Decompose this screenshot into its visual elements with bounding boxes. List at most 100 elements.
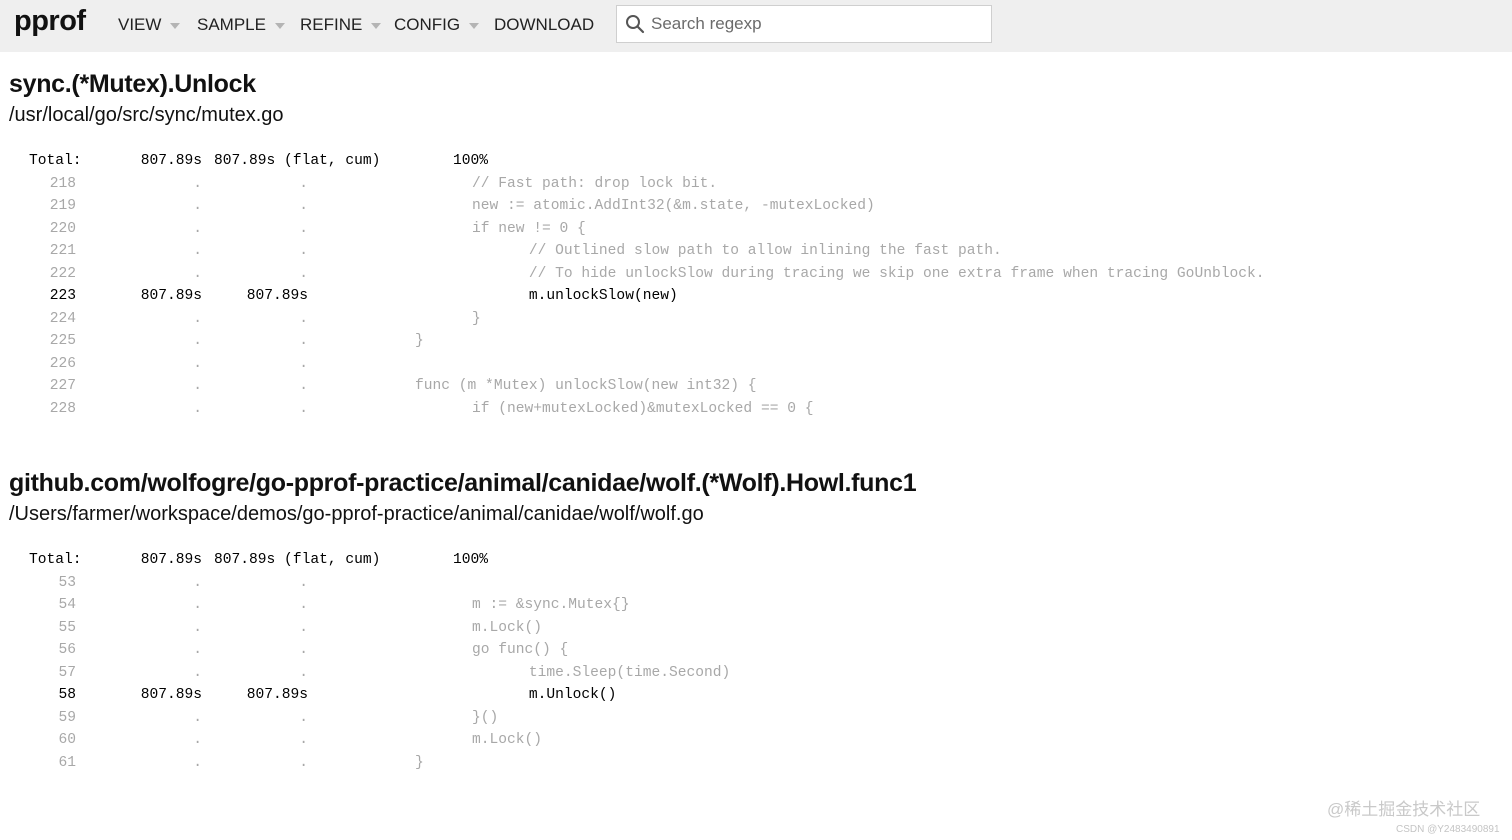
top-toolbar: pprof VIEW SAMPLE REFINE CONFIG DOWNLOAD	[0, 0, 1512, 52]
chevron-down-icon	[469, 22, 480, 29]
flat-value: .	[193, 355, 202, 372]
line-number: 58	[58, 687, 76, 703]
line-number: 61	[58, 754, 76, 771]
flat-value: .	[193, 378, 202, 394]
total-label: Total:	[29, 153, 82, 169]
total-cum: 807.89s (flat, cum)	[214, 153, 381, 169]
code-text: // Outlined slow path to allow inlining …	[415, 243, 1002, 259]
total-cum: 807.89s (flat, cum)	[214, 552, 381, 568]
cum-value: .	[299, 400, 308, 417]
total-flat: 807.89s	[140, 153, 202, 169]
flat-value: .	[193, 664, 202, 681]
chevron-down-icon	[170, 22, 181, 29]
flat-value: .	[193, 265, 202, 282]
code-text: m := &sync.Mutex{}	[415, 597, 630, 613]
chevron-down-icon	[274, 22, 285, 29]
menu-config-label: CONFIG	[394, 15, 461, 34]
flat-value: .	[193, 709, 202, 726]
cum-value: .	[299, 378, 308, 394]
code-text: m.Lock()	[415, 619, 542, 636]
search-icon	[626, 15, 645, 34]
flat-value: .	[193, 574, 202, 591]
cum-value: .	[299, 265, 308, 282]
code-text: }	[415, 310, 481, 327]
flat-value: .	[193, 175, 202, 192]
source-file-path: /usr/local/go/src/sync/mutex.go	[9, 104, 284, 126]
code-text: m.Lock()	[415, 732, 542, 748]
menu-refine[interactable]: REFINE	[300, 15, 382, 35]
line-number: 55	[58, 619, 76, 636]
code-text: go func() {	[415, 642, 569, 658]
menu-sample-label: SAMPLE	[197, 15, 266, 34]
flat-value: .	[193, 597, 202, 613]
line-number: 53	[58, 574, 76, 591]
cum-value: .	[299, 754, 308, 771]
line-number: 59	[58, 709, 76, 726]
line-number: 228	[49, 400, 76, 417]
menu-view-label: VIEW	[118, 15, 162, 34]
line-number: 223	[49, 288, 76, 304]
search-input[interactable]	[651, 14, 971, 34]
code-text: m.Unlock()	[415, 687, 617, 703]
cum-value: .	[299, 333, 308, 349]
code-text: m.unlockSlow(new)	[415, 288, 678, 304]
function-name: github.com/wolfogre/go-pprof-practice/an…	[9, 469, 917, 497]
flat-value: .	[193, 400, 202, 417]
cum-value: .	[299, 175, 308, 192]
cum-value: .	[299, 243, 308, 259]
code-text: func (m *Mutex) unlockSlow(new int32) {	[415, 378, 757, 394]
function-name: sync.(*Mutex).Unlock	[9, 70, 256, 98]
flat-value: .	[193, 754, 202, 771]
line-number: 219	[49, 198, 76, 214]
line-number: 54	[58, 597, 76, 613]
line-number: 222	[49, 265, 76, 282]
cum-value: .	[299, 732, 308, 748]
code-text: if (new+mutexLocked)&mutexLocked == 0 {	[415, 400, 814, 417]
code-text: }()	[415, 709, 499, 726]
line-number: 220	[49, 220, 76, 237]
total-percent: 100%	[453, 153, 489, 169]
line-number: 224	[49, 310, 76, 327]
flat-value: 807.89s	[140, 687, 202, 703]
cum-value: .	[299, 642, 308, 658]
flat-value: .	[193, 243, 202, 259]
flat-value: 807.89s	[140, 288, 202, 304]
total-label: Total:	[29, 552, 82, 568]
source-file-path: /Users/farmer/workspace/demos/go-pprof-p…	[9, 503, 704, 525]
menu-refine-label: REFINE	[300, 15, 363, 34]
flat-value: .	[193, 198, 202, 214]
line-number: 218	[49, 175, 76, 192]
watermark: @稀土掘金技术社区	[1327, 800, 1481, 819]
code-text: // Fast path: drop lock bit.	[415, 175, 718, 192]
cum-value: .	[299, 198, 308, 214]
pprof-logo[interactable]: pprof	[14, 5, 86, 38]
search-box[interactable]	[616, 5, 992, 43]
cum-value: 807.89s	[246, 288, 308, 304]
cum-value: 807.89s	[246, 687, 308, 703]
line-number: 60	[58, 732, 76, 748]
chevron-down-icon	[371, 22, 382, 29]
line-number: 227	[49, 378, 76, 394]
line-number: 226	[49, 355, 76, 372]
flat-value: .	[193, 732, 202, 748]
cum-value: .	[299, 619, 308, 636]
menu-view[interactable]: VIEW	[118, 15, 181, 35]
line-number: 225	[49, 333, 76, 349]
cum-value: .	[299, 355, 308, 372]
line-number: 56	[58, 642, 76, 658]
code-text: }	[415, 333, 424, 349]
menu-download[interactable]: DOWNLOAD	[494, 15, 594, 35]
cum-value: .	[299, 574, 308, 591]
cum-value: .	[299, 597, 308, 613]
code-text: }	[415, 754, 424, 771]
flat-value: .	[193, 310, 202, 327]
menu-download-label: DOWNLOAD	[494, 15, 595, 34]
menu-config[interactable]: CONFIG	[394, 15, 480, 35]
code-text: if new != 0 {	[415, 220, 586, 237]
flat-value: .	[193, 220, 202, 237]
code-text: new := atomic.AddInt32(&m.state, -mutexL…	[415, 198, 875, 214]
menu-sample[interactable]: SAMPLE	[197, 15, 285, 35]
line-number: 221	[49, 243, 76, 259]
line-number: 57	[58, 664, 76, 681]
flat-value: .	[193, 619, 202, 636]
